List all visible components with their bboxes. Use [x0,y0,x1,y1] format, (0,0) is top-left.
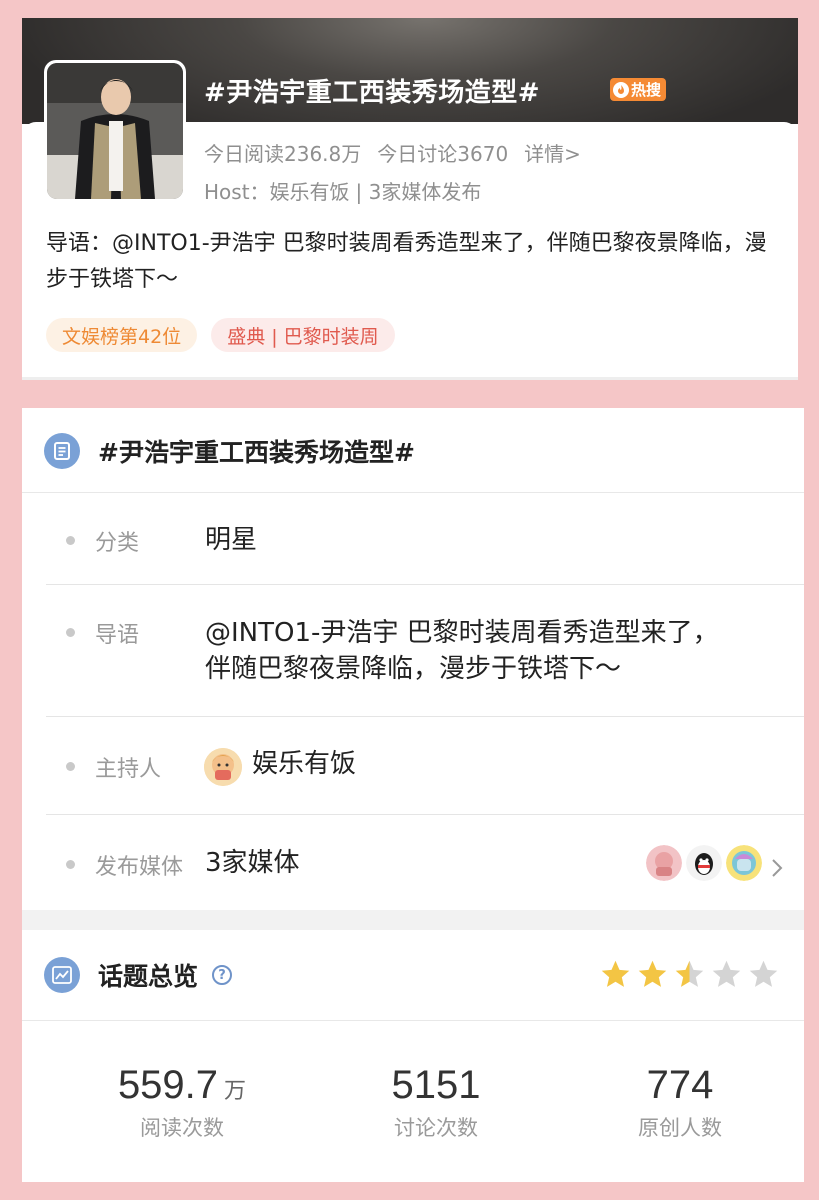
metric-read-value: 559.7 [117,1063,219,1107]
detail-title: #尹浩宇重工西装秀场造型# [98,438,415,467]
rank-tag[interactable]: 文娱榜第42位 [46,318,198,352]
media-row[interactable]: 发布媒体 3家媒体 [22,815,804,910]
host-row[interactable]: 主持人 娱乐有饭 [22,717,804,813]
metric-discuss-value: 5151 [391,1063,481,1107]
metric-original-caption: 原创人数 [638,1116,722,1140]
intro-value-line-2: 伴随巴黎夜景降临，漫步于铁塔下～ [205,654,622,684]
divider [22,492,804,493]
media-avatar[interactable] [726,845,762,881]
today-stats: 今日阅读236.8万 今日讨论3670 详情> [204,138,581,167]
metric-discuss: 5151 讨论次数 [336,1062,536,1142]
media-text[interactable]: | 3家媒体发布 [356,176,482,205]
metric-read-caption: 阅读次数 [140,1116,224,1140]
bullet-dot [66,762,75,771]
overview-header: 话题总览 ? [22,930,804,1020]
star-icon [749,960,778,987]
hot-badge[interactable]: 热搜 [610,78,667,101]
bullet-dot [66,536,75,545]
host-label: 主持人 [95,757,162,782]
hot-badge-label: 热搜 [631,81,662,99]
metric-read-unit: 万 [224,1079,247,1104]
star-icon [675,960,704,987]
category-label: 分类 [95,531,140,556]
metric-read: 559.7 万 阅读次数 [82,1062,282,1142]
detail-header: #尹浩宇重工西装秀场造型# [22,408,804,494]
topic-title: #尹浩宇重工西装秀场造型# [204,78,541,108]
chevron-right-icon[interactable] [770,857,784,879]
metric-discuss-caption: 讨论次数 [394,1116,478,1140]
today-discuss: 今日讨论3670 [377,142,509,166]
list-icon [44,433,80,469]
metric-original-value: 774 [646,1063,714,1107]
bullet-dot [66,860,75,869]
intro-value: @INTO1-尹浩宇 巴黎时装周看秀造型来了， 伴随巴黎夜景降临，漫步于铁塔下～ [205,615,719,687]
media-avatar[interactable] [686,845,722,881]
help-icon[interactable]: ? [212,965,233,985]
bullet-dot [66,628,75,637]
host-value[interactable]: 娱乐有饭 [252,746,356,782]
star-icon [712,960,741,987]
tag-list: 文娱榜第42位 盛典 | 巴黎时装周 [46,318,395,352]
media-value: 3家媒体 [205,848,300,878]
host-line: Host：娱乐有饭 | 3家媒体发布 [204,176,481,205]
host-text[interactable]: Host：娱乐有饭 [204,176,350,205]
event-tag[interactable]: 盛典 | 巴黎时装周 [211,318,395,352]
media-label: 发布媒体 [95,855,184,880]
today-read: 今日阅读236.8万 [204,142,362,166]
star-icon [601,960,630,987]
media-avatars[interactable] [646,845,762,881]
metric-original: 774 原创人数 [580,1062,780,1142]
intro-row: 导语 @INTO1-尹浩宇 巴黎时装周看秀造型来了， 伴随巴黎夜景降临，漫步于铁… [22,585,804,715]
chart-icon [44,957,80,993]
star-icon [638,960,667,987]
host-avatar[interactable] [204,748,242,786]
topic-cover[interactable] [44,60,186,202]
divider [22,1020,804,1021]
section-gap [22,910,804,930]
topic-detail-card: #尹浩宇重工西装秀场造型# 分类 明星 导语 @INTO1-尹浩宇 巴黎时装周看… [22,408,804,1182]
divider [22,377,798,380]
topic-header-card: #尹浩宇重工西装秀场造型# 热搜 今日阅读236.8万 今日讨论3670 详情>… [22,18,798,380]
intro-value-line-1: @INTO1-尹浩宇 巴黎时装周看秀造型来了， [205,618,719,648]
category-row: 分类 明星 [22,494,804,584]
media-avatar[interactable] [646,845,682,881]
category-value: 明星 [205,525,258,555]
topic-cover-image [47,63,183,199]
hot-flame-icon [613,81,629,98]
intro-label: 导语 [95,623,140,648]
details-link[interactable]: 详情> [524,138,581,167]
topic-intro: 导语：@INTO1-尹浩宇 巴黎时装周看秀造型来了，伴随巴黎夜景降临，漫步于铁塔… [46,231,767,292]
rating-stars [599,958,780,991]
overview-title: 话题总览 [98,962,199,991]
